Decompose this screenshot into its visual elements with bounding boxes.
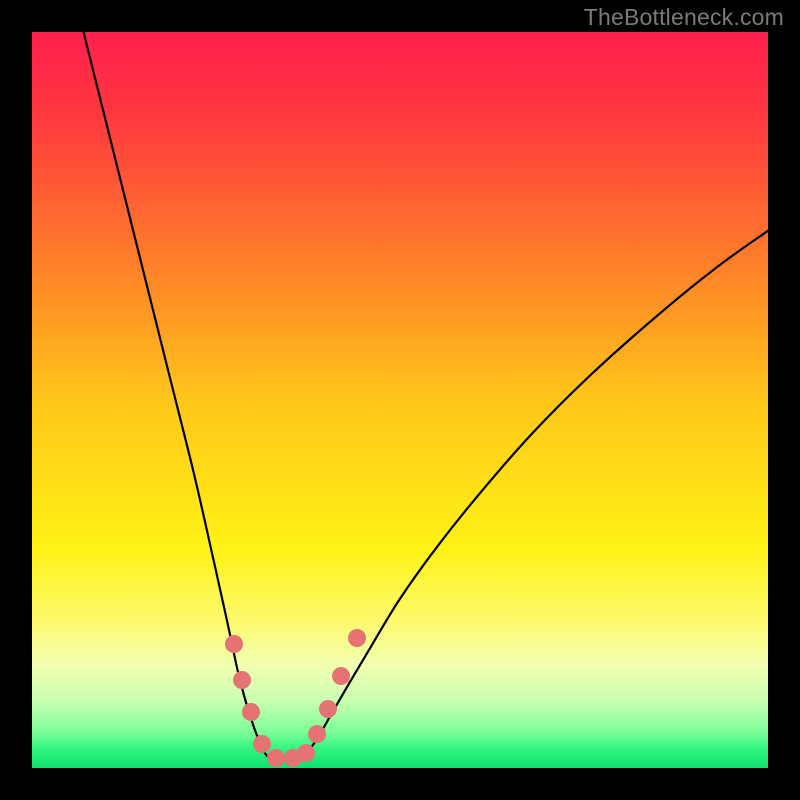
data-marker xyxy=(332,667,350,685)
data-marker xyxy=(233,671,251,689)
markers-layer xyxy=(32,32,768,768)
data-marker xyxy=(242,703,260,721)
data-marker xyxy=(253,735,271,753)
data-marker xyxy=(308,725,326,743)
chart-container: TheBottleneck.com xyxy=(0,0,800,800)
data-marker xyxy=(319,700,337,718)
data-marker xyxy=(348,629,366,647)
watermark-text: TheBottleneck.com xyxy=(584,4,784,31)
plot-area xyxy=(32,32,768,768)
data-marker xyxy=(297,744,315,762)
data-marker xyxy=(225,635,243,653)
